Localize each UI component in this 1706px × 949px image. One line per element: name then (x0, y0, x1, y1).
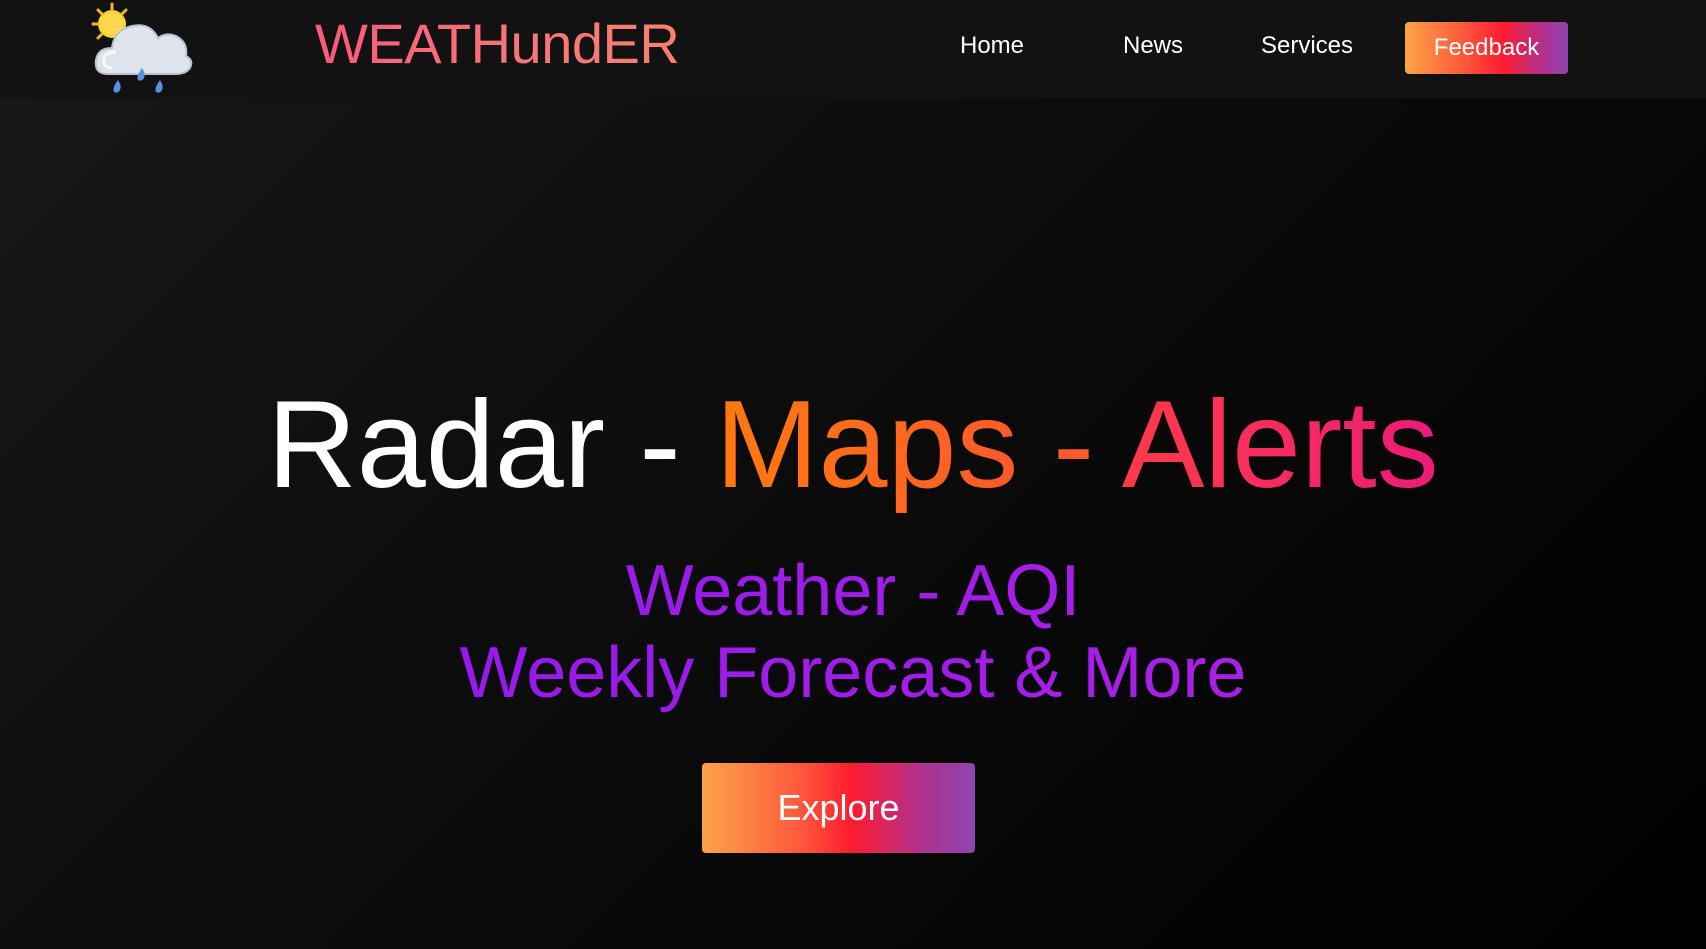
nav-news-link[interactable]: News (1123, 26, 1183, 66)
sun-behind-rain-cloud-icon[interactable] (90, 2, 194, 98)
navbar: WEATHundER Home News Services Feedback (0, 0, 1706, 98)
page: WEATHundER Home News Services Feedback R… (0, 0, 1706, 949)
nav-services-link[interactable]: Services (1261, 26, 1353, 66)
brand-logo-text[interactable]: WEATHundER (315, 12, 680, 76)
hero-subtitle-line-1: Weather - AQI (0, 550, 1706, 632)
hero-title-maps: Maps (715, 376, 1019, 514)
feedback-button[interactable]: Feedback (1405, 22, 1568, 74)
explore-button[interactable]: Explore (702, 763, 975, 853)
hero-title-separator-1: - (604, 376, 716, 514)
nav-home-link[interactable]: Home (960, 26, 1024, 66)
hero-subtitle-line-2: Weekly Forecast & More (0, 632, 1706, 714)
hero-title-separator-2: - (1018, 376, 1122, 514)
hero-title-radar: Radar (267, 376, 605, 514)
hero-title: Radar - Maps - Alerts (0, 375, 1706, 515)
hero-title-alerts: Alerts (1121, 376, 1439, 514)
